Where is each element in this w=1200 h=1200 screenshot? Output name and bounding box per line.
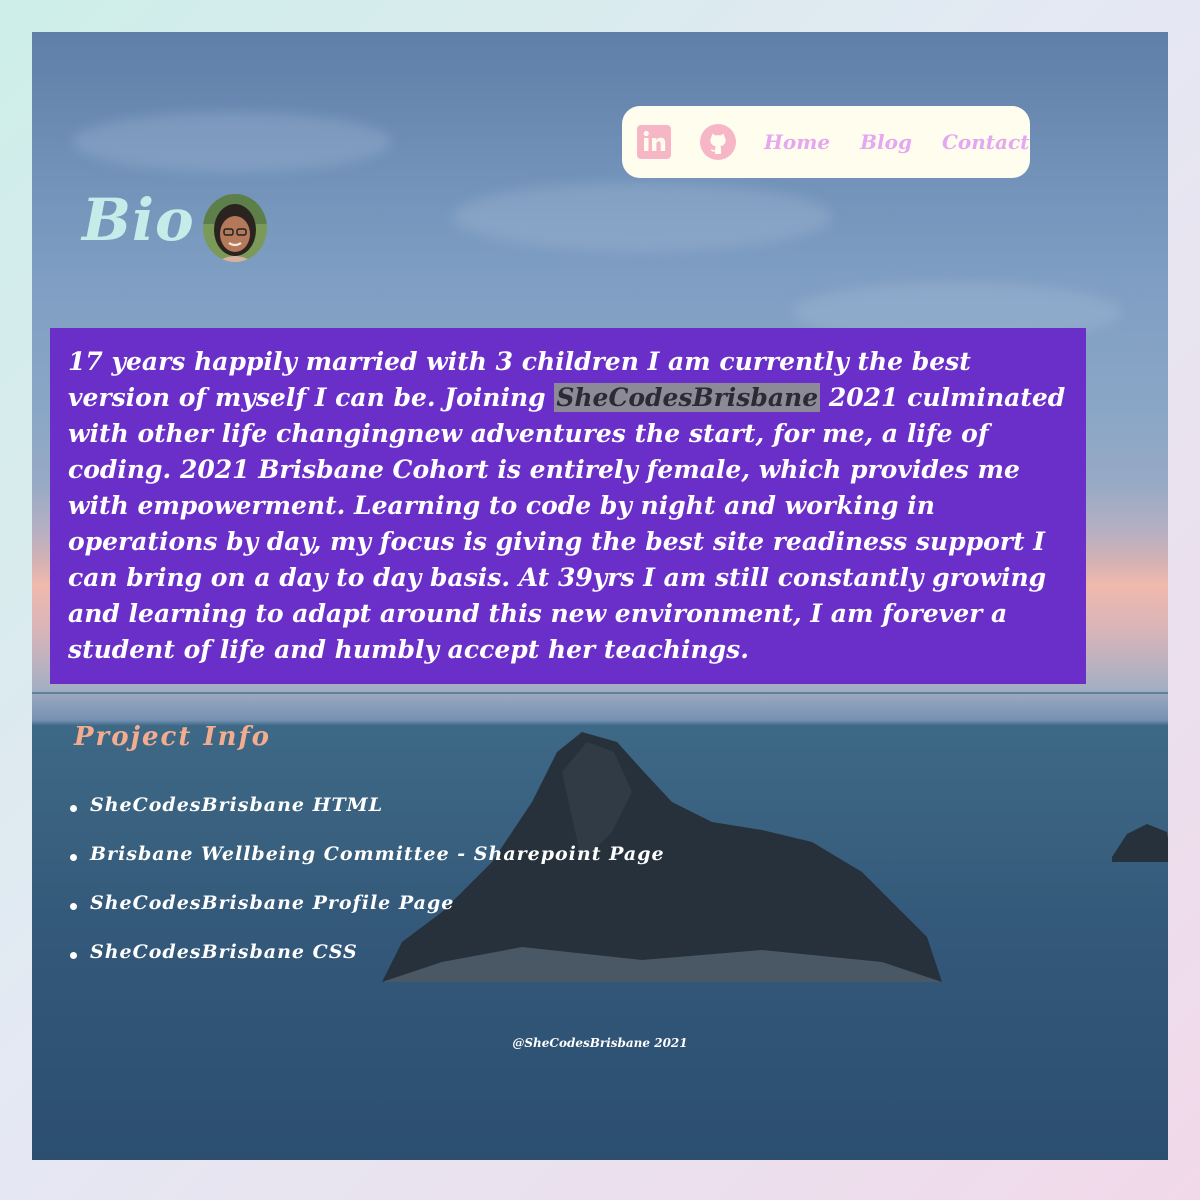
small-rock <box>1112 824 1168 862</box>
bio-box: 17 years happily married with 3 children… <box>50 328 1086 684</box>
project-info-heading: Project Info <box>74 722 272 752</box>
linkedin-icon[interactable] <box>636 124 672 160</box>
cloud <box>72 112 392 172</box>
nav-link-blog[interactable]: Blog <box>860 130 912 154</box>
project-item[interactable]: SheCodesBrisbane HTML <box>68 794 665 843</box>
bio-paragraph: 17 years happily married with 3 children… <box>68 344 1068 668</box>
nav-link-contact[interactable]: Contact <box>942 130 1029 154</box>
project-item[interactable]: SheCodesBrisbane Profile Page <box>68 892 665 941</box>
cloud <box>452 182 832 252</box>
project-list: SheCodesBrisbane HTML Brisbane Wellbeing… <box>68 794 665 990</box>
top-nav: Home Blog Contact <box>622 106 1030 178</box>
highlighted-text: SheCodesBrisbane <box>554 383 821 412</box>
avatar <box>203 194 267 262</box>
horizon <box>32 692 1168 694</box>
project-item[interactable]: SheCodesBrisbane CSS <box>68 941 665 990</box>
page-title: Bio <box>82 186 195 254</box>
footer-credit: @SheCodesBrisbane 2021 <box>512 1036 688 1050</box>
project-item[interactable]: Brisbane Wellbeing Committee - Sharepoin… <box>68 843 665 892</box>
nav-link-home[interactable]: Home <box>764 130 830 154</box>
bio-text-end: 2021 culminated with other life changing… <box>68 383 1066 664</box>
github-icon[interactable] <box>700 124 736 160</box>
